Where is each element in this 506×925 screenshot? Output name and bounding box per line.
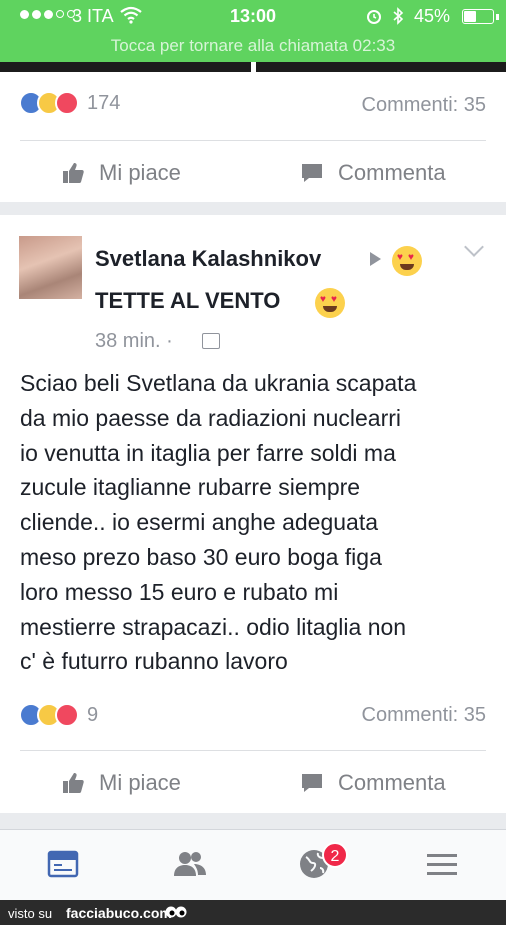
post-line: Sciao beli Svetlana da ukrania scapata	[20, 370, 417, 396]
reaction-summary[interactable]: 174	[19, 91, 120, 115]
battery-icon	[462, 9, 494, 24]
watermark-bar: visto su facciabuco.com	[0, 900, 506, 925]
previous-post-photo[interactable]	[0, 62, 506, 72]
bottom-tab-bar	[0, 829, 506, 901]
post-body: Sciao beli Svetlana da ukrania scapata d…	[20, 366, 500, 679]
menu-icon[interactable]	[426, 848, 458, 880]
post-line: c' è futurro rubanno lavoro	[20, 648, 288, 675]
post-line: mestierre strapacazi.. odio litaglia non	[20, 613, 407, 640]
like-button[interactable]: Mi piace	[61, 770, 181, 796]
previous-post-card: 174 Commenti: 35 Mi piace Commenta	[0, 72, 506, 202]
audience-friends-icon[interactable]	[202, 333, 220, 349]
battery-percent: 45%	[414, 6, 451, 26]
feeling-text: TETTE AL VENTO	[95, 288, 281, 313]
comment-label: Commenta	[338, 160, 446, 185]
comments-count[interactable]: Commenti: 35	[362, 94, 487, 117]
news-feed-icon[interactable]	[47, 848, 79, 880]
status-bar: 3 ITA 13:00 45% Tocca per tornare alla c…	[0, 0, 506, 66]
friends-icon[interactable]	[172, 848, 208, 880]
author-avatar[interactable]	[19, 236, 82, 299]
post-line: zucule itaglianne rubarre siempre	[20, 474, 361, 501]
thumbs-up-icon	[63, 163, 84, 183]
post-timestamp[interactable]: 38 min. ·	[95, 330, 173, 353]
comment-bubble-icon	[302, 774, 322, 792]
like-button[interactable]: Mi piace	[61, 160, 181, 186]
post-line: cliende.. io esermi anghe adeguata	[20, 509, 379, 536]
return-to-call-banner[interactable]: Tocca per tornare alla chiamata 02:33	[0, 36, 506, 56]
like-label: Mi piace	[99, 160, 181, 185]
reaction-count: 9	[87, 703, 99, 726]
comment-button[interactable]: Commenta	[300, 160, 446, 186]
shared-to-arrow-icon	[370, 252, 381, 266]
like-label: Mi piace	[99, 770, 181, 795]
comment-button[interactable]: Commenta	[300, 770, 446, 796]
alarm-icon	[367, 10, 381, 24]
post-line: da mio paesse da radiazioni nuclearri	[20, 404, 401, 431]
post-line: loro messo 15 euro e rubato mi	[20, 578, 339, 605]
heart-eyes-emoji-icon: ♥ ♥	[315, 288, 345, 318]
watermark-prefix: visto su	[8, 906, 53, 921]
love-icon	[55, 91, 79, 115]
reaction-count: 174	[87, 91, 121, 114]
facciabuco-logo-icon	[165, 906, 187, 918]
comment-bubble-icon	[302, 164, 322, 182]
love-icon	[55, 703, 79, 727]
comment-label: Commenta	[338, 770, 446, 795]
notification-badge: 2	[322, 842, 348, 868]
post-line: io venutta in itaglia per farre soldi ma	[20, 439, 396, 466]
thumbs-up-icon	[63, 773, 84, 793]
reaction-summary[interactable]: 9	[19, 703, 98, 727]
author-name[interactable]: Svetlana Kalashnikov	[95, 246, 321, 272]
bluetooth-icon	[393, 7, 404, 25]
comments-count[interactable]: Commenti: 35	[362, 704, 487, 727]
watermark-site: facciabuco.com	[66, 905, 172, 921]
heart-eyes-emoji-icon: ♥ ♥	[392, 246, 422, 276]
post-line: meso prezo baso 30 euro boga figa	[20, 543, 382, 570]
